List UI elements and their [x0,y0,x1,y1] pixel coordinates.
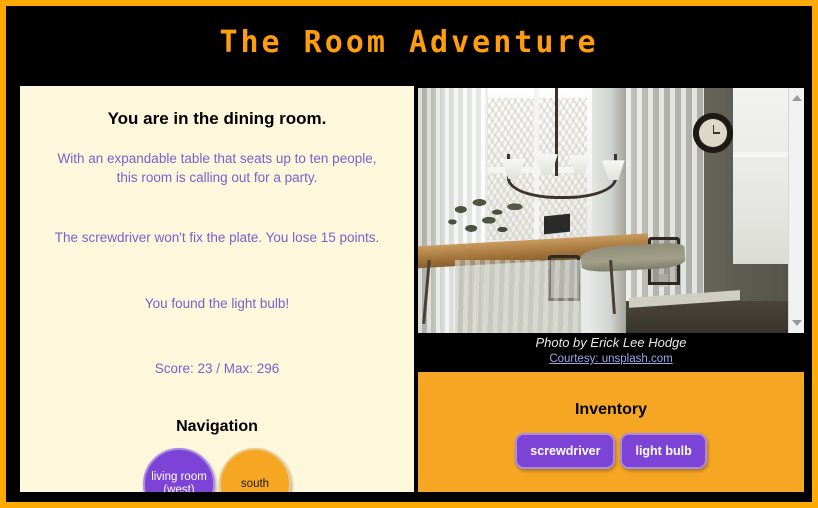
room-photo [418,88,789,333]
photo-draped-fabric [455,259,582,333]
photo-right-window [733,88,789,265]
photo-laptop [544,214,571,235]
room-photo-container [418,88,804,333]
room-heading: You are in the dining room. [107,109,327,128]
inventory-panel: Inventory screwdriver light bulb [418,372,804,492]
photo-credit-link[interactable]: Courtesy: unsplash.com [549,353,672,365]
photo-caption: Photo by Erick Lee Hodge [535,335,687,350]
game-window: The Room Adventure You are in the dining… [0,0,818,508]
room-description: With an expandable table that seats up t… [57,151,377,185]
photo-scrollbar[interactable] [788,88,804,333]
page-title: The Room Adventure [219,24,599,60]
navigation-heading: Navigation [176,418,258,436]
photo-clock-face [698,118,727,147]
inventory-items: screwdriver light bulb [418,433,804,469]
nav-button-living-room-west[interactable]: living room (west) [143,448,215,492]
nav-button-south[interactable]: south [219,448,291,492]
inventory-item-label: screwdriver [530,444,601,458]
triangle-up-icon[interactable] [791,95,802,101]
inventory-item-light-bulb[interactable]: light bulb [620,433,707,469]
photo-wall-clock [692,112,733,153]
inventory-item-label: light bulb [635,444,692,458]
triangle-down-icon[interactable] [791,320,802,326]
score-display: Score: 23 / Max: 296 [154,361,280,377]
event-message: The screwdriver won't fix the plate. You… [54,229,380,245]
title-bar: The Room Adventure [6,6,812,78]
nav-button-label: south [240,477,270,490]
inventory-item-screwdriver[interactable]: screwdriver [515,433,616,469]
nav-button-label: living room (west) [151,471,207,492]
inventory-heading: Inventory [574,401,647,418]
found-item-message: You found the light bulb! [144,296,290,312]
navigation-buttons: living room (west) south [34,448,400,492]
story-panel: You are in the dining room. With an expa… [20,86,414,492]
photo-credit: Courtesy: unsplash.com [418,353,804,365]
